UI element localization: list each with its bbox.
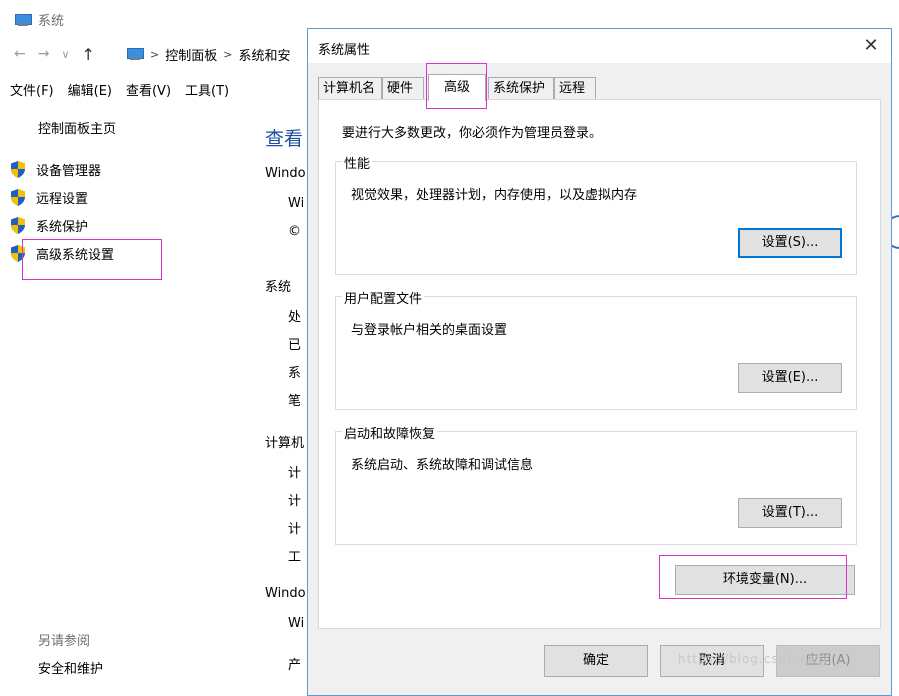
control-panel-home-link[interactable]: 控制面板主页 bbox=[38, 118, 116, 137]
section-computer-name: 计算机 bbox=[265, 436, 305, 451]
main-heading: 查看 bbox=[265, 128, 304, 150]
group-description: 与登录帐户相关的桌面设置 bbox=[351, 323, 508, 338]
section-windows-edition: Windo bbox=[265, 166, 306, 181]
fragment-text: 计 bbox=[288, 466, 302, 481]
highlight-environment-variables bbox=[659, 555, 847, 599]
breadcrumb-system-security[interactable]: 系统和安 bbox=[238, 45, 290, 64]
admin-note: 要进行大多数更改，你必须作为管理员登录。 bbox=[342, 126, 603, 141]
sidebar-item-label: 远程设置 bbox=[36, 192, 89, 207]
recent-dropdown-icon[interactable]: ∨ bbox=[61, 48, 69, 61]
sidebar-item-system-protection[interactable]: 系统保护 bbox=[10, 216, 88, 235]
fragment-text: Wi bbox=[288, 196, 305, 211]
group-title: 性能 bbox=[342, 153, 373, 172]
left-pane: 控制面板主页 设备管理器 远程设置 系统保护 高级系统设置 另请参阅 安全和维护 bbox=[0, 100, 240, 696]
fragment-text: 计 bbox=[288, 494, 302, 509]
tab-remote[interactable]: 远程 bbox=[554, 77, 596, 99]
computer-icon bbox=[14, 13, 32, 27]
fragment-text: 产 bbox=[288, 658, 302, 673]
breadcrumb-control-panel[interactable]: 控制面板 bbox=[165, 45, 217, 64]
address-bar[interactable]: > 控制面板 > 系统和安 bbox=[126, 42, 326, 66]
user-profiles-group: 用户配置文件 与登录帐户相关的桌面设置 设置(E)... bbox=[335, 288, 857, 410]
forward-arrow-icon[interactable]: → bbox=[38, 46, 50, 62]
fragment-text: 已 bbox=[288, 338, 302, 353]
sidebar-item-remote-settings[interactable]: 远程设置 bbox=[10, 188, 88, 207]
breadcrumb-separator: > bbox=[223, 47, 233, 61]
uac-shield-icon bbox=[10, 217, 26, 234]
menu-view[interactable]: 查看(V) bbox=[126, 80, 171, 99]
dialog-title: 系统属性 bbox=[318, 43, 371, 58]
group-description: 视觉效果，处理器计划，内存使用，以及虚拟内存 bbox=[351, 188, 638, 203]
see-also-heading: 另请参阅 bbox=[38, 634, 91, 649]
group-description: 系统启动、系统故障和调试信息 bbox=[351, 458, 534, 473]
group-title: 用户配置文件 bbox=[342, 288, 425, 307]
watermark: https://blog.csdn.net/... bbox=[678, 652, 843, 666]
fragment-text: Wi bbox=[288, 616, 305, 631]
uac-shield-icon bbox=[10, 161, 26, 178]
computer-icon bbox=[126, 47, 144, 61]
startup-recovery-group: 启动和故障恢复 系统启动、系统故障和调试信息 设置(T)... bbox=[335, 423, 857, 545]
highlight-advanced-system-settings bbox=[22, 239, 162, 280]
fragment-text: © bbox=[288, 224, 301, 239]
security-maintenance-link[interactable]: 安全和维护 bbox=[38, 658, 103, 677]
menu-bar: 文件(F) 编辑(E) 查看(V) 工具(T) bbox=[10, 80, 229, 99]
breadcrumb-separator: > bbox=[150, 47, 160, 61]
user-profiles-settings-button[interactable]: 设置(E)... bbox=[738, 363, 842, 393]
fragment-text: 工 bbox=[288, 550, 302, 565]
fragment-text: 计 bbox=[288, 522, 302, 537]
window-title-text: 系统 bbox=[38, 14, 65, 29]
startup-recovery-settings-button[interactable]: 设置(T)... bbox=[738, 498, 842, 528]
main-pane-fragments: 查看 Windo Wi © 系统 处 已 系 笔 计算机 计 计 计 工 Win… bbox=[260, 100, 312, 696]
menu-tools[interactable]: 工具(T) bbox=[185, 80, 229, 99]
group-title: 启动和故障恢复 bbox=[342, 423, 438, 442]
close-icon[interactable]: ✕ bbox=[861, 36, 881, 56]
tab-system-protection[interactable]: 系统保护 bbox=[488, 77, 554, 99]
back-arrow-icon[interactable]: ← bbox=[14, 46, 26, 62]
menu-edit[interactable]: 编辑(E) bbox=[68, 80, 112, 99]
section-system: 系统 bbox=[265, 280, 292, 295]
sidebar-item-label: 系统保护 bbox=[36, 220, 89, 235]
highlight-advanced-tab bbox=[426, 63, 487, 109]
uac-shield-icon bbox=[10, 189, 26, 206]
dialog-titlebar[interactable]: 系统属性 ✕ bbox=[308, 29, 891, 63]
ok-button[interactable]: 确定 bbox=[544, 645, 648, 677]
advanced-tab-panel: 要进行大多数更改，你必须作为管理员登录。 性能 视觉效果，处理器计划，内存使用，… bbox=[318, 99, 881, 629]
tab-computer-name[interactable]: 计算机名 bbox=[318, 77, 382, 99]
window-title: 系统 bbox=[14, 10, 64, 29]
fragment-text: 系 bbox=[288, 366, 302, 381]
menu-file[interactable]: 文件(F) bbox=[10, 80, 54, 99]
section-windows-activation: Windo bbox=[265, 586, 306, 601]
performance-settings-button[interactable]: 设置(S)... bbox=[738, 228, 842, 258]
sidebar-item-device-manager[interactable]: 设备管理器 bbox=[10, 160, 101, 179]
up-arrow-icon[interactable]: ↑ bbox=[82, 45, 95, 64]
tab-hardware[interactable]: 硬件 bbox=[382, 77, 424, 99]
performance-group: 性能 视觉效果，处理器计划，内存使用，以及虚拟内存 设置(S)... bbox=[335, 153, 857, 275]
sidebar-item-label: 设备管理器 bbox=[36, 164, 102, 179]
fragment-text: 笔 bbox=[288, 394, 302, 409]
fragment-text: 处 bbox=[288, 310, 302, 325]
nav-buttons: ← → ∨ ↑ bbox=[14, 42, 95, 66]
